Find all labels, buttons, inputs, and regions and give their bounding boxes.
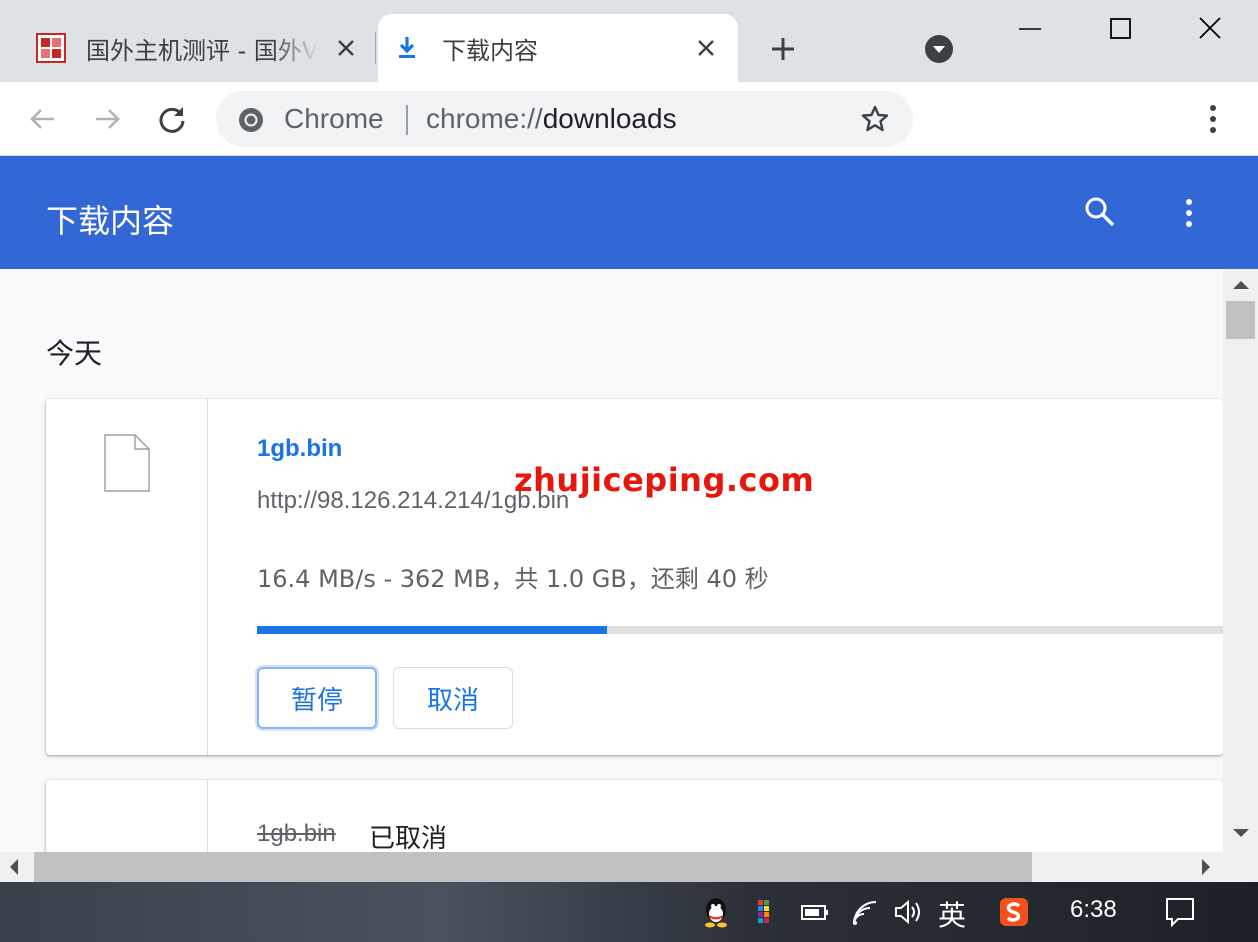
qq-icon[interactable] — [702, 896, 730, 928]
card-divider — [207, 780, 208, 852]
progress-fill — [257, 626, 607, 634]
scroll-left-arrow-icon[interactable] — [10, 859, 18, 875]
browser-menu-icon[interactable] — [1198, 102, 1228, 136]
section-date: 今天 — [46, 337, 103, 370]
file-name: 1gb.bin — [257, 820, 336, 847]
window-close-button[interactable] — [1190, 14, 1230, 44]
watermark: zhujiceping.com — [514, 461, 815, 499]
cancel-button[interactable]: 取消 — [393, 667, 513, 729]
download-item: 1gb.bin 已取消 — [46, 780, 1223, 852]
new-tab-button[interactable] — [768, 34, 798, 64]
tab-title: 国外主机测评 - 国外VPS — [86, 36, 318, 65]
card-divider — [207, 399, 208, 755]
url-host: downloads — [542, 103, 677, 134]
download-item: 1gb.bin http://98.126.214.214/1gb.bin 16… — [46, 399, 1223, 755]
wifi-icon[interactable] — [850, 896, 878, 928]
notification-icon[interactable] — [1164, 896, 1196, 928]
tab-strip: 国外主机测评 - 国外VPS 下载内容 — [0, 0, 1258, 82]
url-text[interactable]: chrome://downloads — [426, 103, 677, 135]
minimize-button[interactable] — [1010, 14, 1050, 44]
omnibox-separator — [406, 105, 408, 135]
ime-indicator[interactable]: 英 — [938, 894, 966, 932]
close-icon[interactable] — [334, 36, 358, 60]
file-icon — [104, 434, 150, 492]
more-options-icon[interactable] — [1174, 194, 1204, 230]
horizontal-scroll-thumb[interactable] — [34, 852, 1032, 882]
progress-bar — [257, 626, 1223, 634]
download-state: 已取消 — [369, 824, 448, 852]
pause-button[interactable]: 暂停 — [257, 667, 377, 729]
tab-title: 下载内容 — [442, 36, 538, 65]
search-icon[interactable] — [1082, 194, 1118, 230]
volume-icon[interactable] — [893, 896, 923, 928]
battery-icon[interactable] — [800, 896, 830, 928]
address-bar[interactable]: Chrome chrome://downloads — [216, 91, 913, 147]
downloads-page: 下载内容 今天 1gb.bin http://98.126.214.214/1g… — [0, 156, 1258, 852]
clock[interactable]: 6:38 — [1070, 896, 1117, 928]
file-name-link[interactable]: 1gb.bin — [257, 435, 342, 463]
downloads-header: 下载内容 — [0, 156, 1258, 269]
download-status: 16.4 MB/s - 362 MB，共 1.0 GB，还剩 40 秒 — [257, 565, 769, 593]
chrome-icon — [238, 107, 264, 133]
forward-button[interactable] — [90, 102, 124, 136]
scroll-up-arrow-icon[interactable] — [1233, 281, 1249, 289]
tab-zhujiceping[interactable]: 国外主机测评 - 国外VPS — [22, 14, 372, 82]
site-chip: Chrome — [284, 103, 384, 134]
reload-button[interactable] — [155, 102, 189, 136]
download-icon — [392, 33, 422, 63]
page-title: 下载内容 — [46, 202, 175, 240]
scroll-right-arrow-icon[interactable] — [1202, 859, 1210, 875]
tab-search-button[interactable] — [924, 34, 954, 64]
url-scheme: chrome:// — [426, 103, 543, 134]
scroll-down-arrow-icon[interactable] — [1233, 829, 1249, 837]
toolbar: Chrome chrome://downloads — [0, 82, 1258, 156]
site-logo-icon — [36, 33, 66, 63]
color-picker-icon[interactable] — [756, 896, 776, 928]
back-button[interactable] — [26, 102, 60, 136]
taskbar: 英 6:38 — [0, 882, 1258, 942]
maximize-button[interactable] — [1100, 14, 1140, 44]
browser-window: 国外主机测评 - 国外VPS 下载内容 — [0, 0, 1258, 942]
tab-downloads[interactable]: 下载内容 — [378, 14, 738, 82]
sogou-input-icon[interactable] — [998, 896, 1030, 928]
bookmark-star-icon[interactable] — [860, 104, 890, 134]
horizontal-scrollbar[interactable] — [0, 852, 1258, 882]
vertical-scrollbar[interactable] — [1223, 269, 1258, 852]
close-icon[interactable] — [694, 36, 718, 60]
tab-separator — [375, 32, 376, 64]
vertical-scroll-thumb[interactable] — [1226, 301, 1255, 339]
